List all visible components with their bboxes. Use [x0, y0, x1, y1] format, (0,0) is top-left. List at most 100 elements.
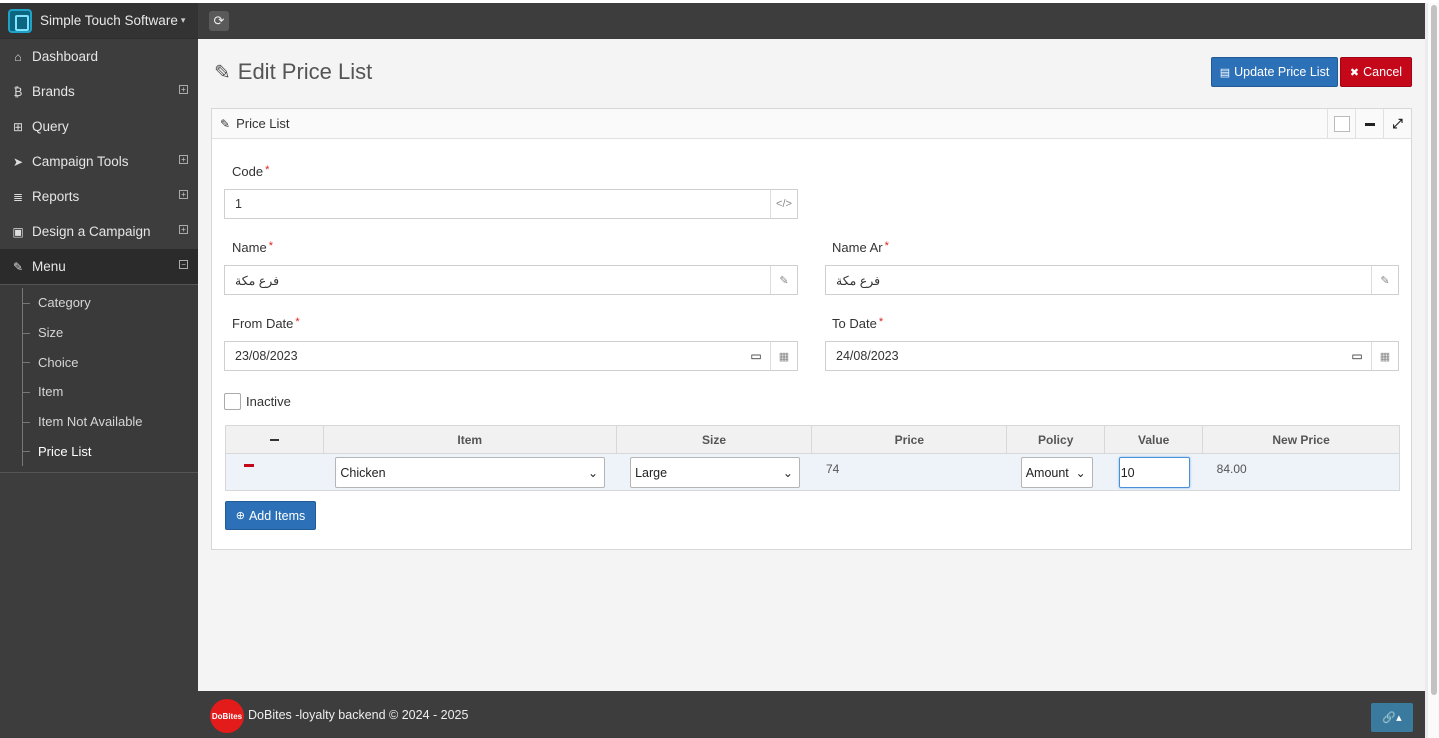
code-label-text: Code: [232, 164, 264, 179]
column-header-price: Price: [811, 425, 1008, 454]
refresh-icon[interactable]: ⟳: [209, 11, 229, 31]
size-select-value: Large: [635, 465, 668, 480]
price-cell: 74: [811, 453, 1007, 491]
to-date-label: To Date *: [832, 316, 883, 331]
remove-column-header: [225, 425, 324, 454]
app-name: Simple Touch Software: [40, 13, 178, 28]
price-list-items-table: Item Size Price Policy Value New Price C…: [225, 425, 1400, 491]
panel-collapse-button[interactable]: [1355, 109, 1383, 139]
policy-select[interactable]: Amount ⌄: [1020, 457, 1093, 488]
sidebar-item-brands[interactable]: ₿ Brands +: [0, 74, 198, 109]
panel-fullscreen-button[interactable]: ⤢: [1383, 109, 1411, 139]
date-picker-icon[interactable]: ▭: [1348, 342, 1366, 370]
menu-submenu: Category Size Choice Item Item Not Avail…: [0, 284, 198, 474]
footer: DoBites DoBites -loyalty backend © 2024 …: [198, 691, 1425, 738]
scrollbar-thumb[interactable]: [1431, 5, 1437, 695]
chevron-down-icon: ▾: [180, 15, 186, 25]
code-icon: </>: [770, 190, 797, 218]
price-value: 74: [825, 462, 840, 476]
sidebar-item-menu[interactable]: ✎ Menu −: [0, 249, 198, 284]
edit-icon: ✎: [214, 61, 231, 84]
submenu-item-size[interactable]: Size: [0, 317, 198, 348]
calendar-icon: ▦: [770, 342, 797, 370]
item-select-value: Chicken: [340, 465, 386, 480]
expand-plus-icon: +: [179, 85, 188, 94]
update-button-label: Update Price List: [1234, 65, 1330, 79]
chevron-down-icon: ⌄: [782, 465, 793, 480]
new-price-cell: 84.00: [1202, 453, 1400, 491]
required-asterisk: *: [265, 164, 270, 176]
table-row: Chicken ⌄ Large ⌄ 74 Amount ⌄ 10 84.00: [225, 453, 1400, 491]
value-cell: 10: [1104, 453, 1203, 491]
update-price-list-button[interactable]: ▤ Update Price List: [1211, 57, 1338, 87]
submenu-item-category[interactable]: Category: [0, 288, 198, 318]
page-scrollbar[interactable]: [1428, 3, 1439, 738]
value-input-text: 10: [1120, 465, 1135, 480]
sidebar-item-query[interactable]: ⊞ Query: [0, 109, 198, 144]
brand-header[interactable]: Simple Touch Software ▾: [0, 3, 198, 39]
submenu-item-item-not-available[interactable]: Item Not Available: [0, 406, 198, 437]
from-date-value: 23/08/2023: [235, 349, 298, 363]
name-field[interactable]: فرع مكة ✎: [224, 265, 798, 295]
panel-color-toggle[interactable]: [1327, 109, 1355, 139]
sidebar-item-design-campaign[interactable]: ▣ Design a Campaign +: [0, 214, 198, 249]
edit-icon: ✎: [770, 266, 797, 294]
collapse-minus-icon: −: [179, 260, 188, 269]
value-input[interactable]: 10: [1118, 457, 1190, 488]
submenu-item-item[interactable]: Item: [0, 377, 198, 407]
name-label: Name *: [232, 240, 273, 255]
sidebar-item-label: Design a Campaign: [32, 224, 151, 239]
submenu-item-choice[interactable]: Choice: [0, 347, 198, 377]
size-select[interactable]: Large ⌄: [630, 457, 800, 488]
topbar: ⟳: [198, 3, 1425, 39]
inactive-checkbox[interactable]: [224, 393, 241, 410]
add-items-button[interactable]: ⊕ Add Items: [225, 501, 316, 530]
cancel-button[interactable]: ✖ Cancel: [1340, 57, 1412, 87]
from-date-label: From Date *: [232, 316, 300, 331]
price-list-panel: ✎ Price List ⤢ Code * 1 </> Name * فرع مكة…: [211, 108, 1412, 550]
date-picker-icon[interactable]: ▭: [747, 342, 765, 370]
column-header-value: Value: [1104, 425, 1204, 454]
footer-copyright: DoBites -loyalty backend © 2024 - 2025: [248, 708, 469, 722]
code-field[interactable]: 1 </>: [224, 189, 798, 219]
footer-settings-toggle[interactable]: 🔗▴: [1371, 703, 1413, 732]
square-icon: [1333, 116, 1350, 132]
plus-circle-icon: ⊕: [235, 510, 245, 522]
app-logo-icon: [8, 8, 32, 33]
sidebar-item-label: Reports: [32, 189, 80, 204]
remove-row-icon[interactable]: [244, 464, 254, 467]
name-ar-label-text: Name Ar: [832, 240, 883, 255]
name-ar-field[interactable]: فرع مكة ✎: [825, 265, 1399, 295]
code-label: Code *: [232, 164, 269, 179]
sidebar-item-reports[interactable]: ≣ Reports +: [0, 179, 198, 214]
to-date-label-text: To Date: [832, 316, 877, 331]
to-date-field[interactable]: 24/08/2023 ▭ ▦: [825, 341, 1399, 371]
edit-icon: ✎: [220, 116, 231, 131]
item-select[interactable]: Chicken ⌄: [335, 457, 606, 488]
database-icon: ≣: [12, 189, 24, 204]
name-ar-value: فرع مكة: [836, 273, 881, 288]
sidebar-item-label: Menu: [32, 259, 66, 274]
home-icon: ⌂: [14, 49, 22, 64]
required-asterisk: *: [884, 240, 889, 252]
briefcase-icon: ▣: [12, 224, 24, 239]
submenu-item-price-list[interactable]: Price List: [0, 436, 198, 466]
expand-plus-icon: +: [179, 225, 188, 234]
link-icon: 🔗▴: [1382, 712, 1402, 724]
save-icon: ▤: [1219, 66, 1231, 79]
sidebar-item-label: Brands: [32, 84, 75, 99]
page-title: ✎ Edit Price List: [214, 59, 372, 85]
panel-title: Price List: [236, 116, 290, 131]
sidebar-item-dashboard[interactable]: ⌂ Dashboard: [0, 39, 198, 74]
main-content: ✎ Edit Price List ▤ Update Price List ✖ …: [198, 39, 1425, 691]
panel-tools: ⤢: [1327, 109, 1411, 139]
inactive-label: Inactive: [246, 394, 291, 409]
edit-icon: ✎: [12, 259, 24, 274]
sidebar-item-campaign-tools[interactable]: ➤ Campaign Tools +: [0, 144, 198, 179]
minus-icon: [269, 439, 279, 442]
cancel-button-label: Cancel: [1363, 65, 1403, 79]
from-date-field[interactable]: 23/08/2023 ▭ ▦: [224, 341, 798, 371]
column-header-size: Size: [615, 425, 813, 454]
sidebar-item-label: Query: [32, 119, 69, 134]
expand-icon: ⤢: [1392, 116, 1403, 131]
